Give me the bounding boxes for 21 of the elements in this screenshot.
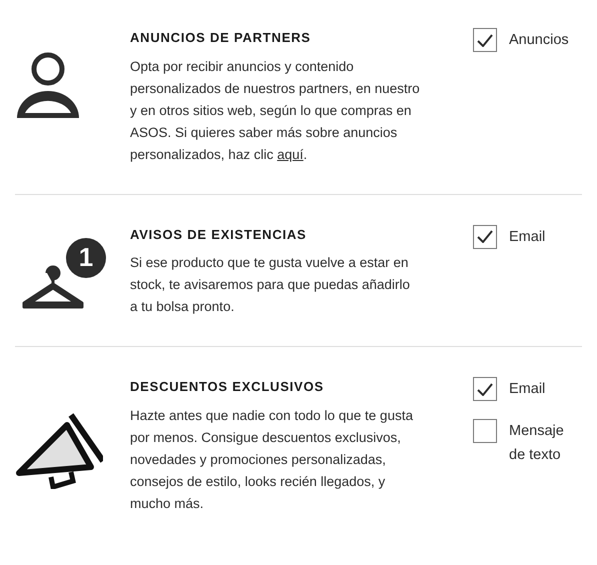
section-title: ANUNCIOS DE PARTNERS [130,29,312,47]
checkbox[interactable] [473,419,497,443]
checkmark-icon [477,382,493,396]
section-title: DESCUENTOS EXCLUSIVOS [130,378,325,396]
section-description: Hazte antes que nadie con todo lo que te gusta por menos. Consigue descuentos exclusivos, novedades y promociones personalizadas, consejos de estilo, looks recién llegados, y mucho más. [130,406,414,512]
hanger-icon [21,264,85,308]
checkbox[interactable] [473,224,497,248]
checkbox-label: Email [509,228,546,246]
person-icon [15,52,81,120]
checkbox-label: Anuncios [509,31,570,50]
count-badge: 1 [66,238,106,278]
checkbox[interactable] [473,377,497,401]
checkbox[interactable] [473,28,497,52]
checkmark-icon [477,230,493,243]
checkmark-icon [477,34,493,46]
section-title: AVISOS DE EXISTENCIAS [130,226,308,244]
here-link[interactable]: aquí [277,146,304,162]
checkbox-label: Mensaje de texto [509,422,565,465]
section-description: Si ese producto que te gusta vuelve a estar en stock, te avisaremos para que puedas añadirlo a tu bolsa pronto. [130,254,411,316]
checkbox-label: Email [509,380,546,399]
section-description: Opta por recibir anuncios y contenido personalizados de nuestros partners, en nuestro y en otros sitios web, según lo que compras en ASOS. Si quieres saber más sobre anuncios personalizados, haz clic aquí. [130,58,420,164]
